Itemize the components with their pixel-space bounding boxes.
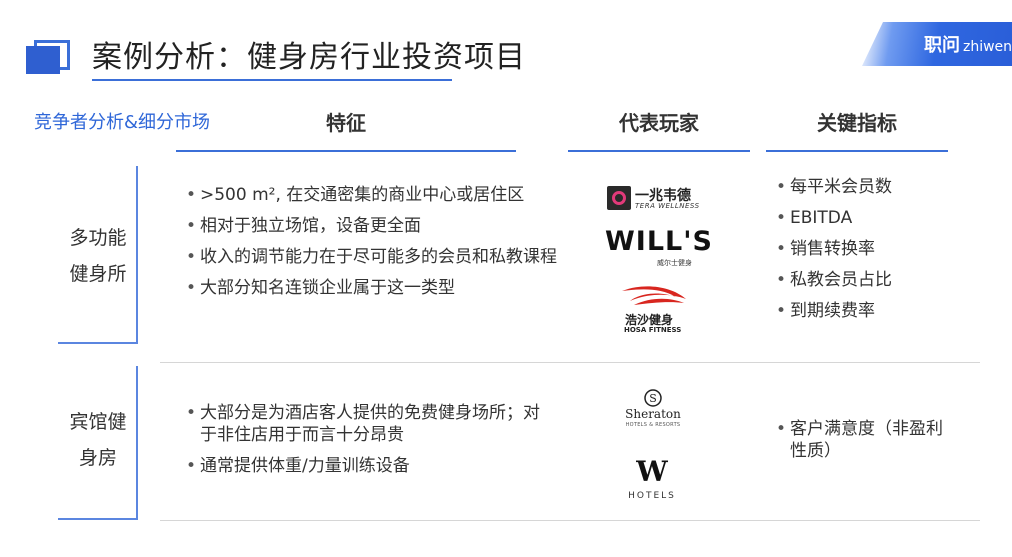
column-header-kpis: 关键指标 xyxy=(817,111,897,135)
column-header-features: 特征 xyxy=(326,111,366,135)
kpi-item: 私教会员占比 xyxy=(776,269,966,291)
column-rule-features xyxy=(176,150,516,152)
tera-en: TERA WELLNESS xyxy=(635,202,700,210)
row-label-line: 多功能 xyxy=(69,227,127,249)
w-mark: W xyxy=(636,455,668,488)
wills-cn: 威尔士健身 xyxy=(657,259,692,267)
sheraton-sub: HOTELS & RESORTS xyxy=(625,422,681,428)
row-label-hotel: 宾馆健 身房 xyxy=(58,404,138,476)
row-divider xyxy=(160,362,980,363)
kpi-list-multifunction: 每平米会员数 EBITDA 销售转换率 私教会员占比 到期续费率 xyxy=(776,176,966,331)
tera-wellness-logo: 一兆韦德 TERA WELLNESS xyxy=(607,186,699,212)
w-hotels-en: HOTELS xyxy=(628,491,676,501)
kpi-item: EBITDA xyxy=(776,207,966,229)
kpi-item: 销售转换率 xyxy=(776,238,966,260)
title-underline xyxy=(92,79,452,81)
brand-badge: 职问 zhiwen xyxy=(862,22,1012,66)
sheraton-crest-icon: S xyxy=(644,389,662,407)
brand-logo: 职问 zhiwen xyxy=(924,31,1012,57)
hosa-fitness-logo: 浩沙健身 HOSA FITNESS xyxy=(620,283,690,335)
kpi-item: 每平米会员数 xyxy=(776,176,966,198)
feature-item: >500 m², 在交通密集的商业中心或居住区 xyxy=(186,184,558,206)
brand-cn: 职问 xyxy=(924,35,960,56)
sheraton-logo: S Sheraton HOTELS & RESORTS xyxy=(618,388,688,432)
features-list-hotel: 大部分是为酒店客人提供的免费健身场所；对于非住店用于而言十分昂贵 通常提供体重/… xyxy=(186,402,546,486)
column-header-players: 代表玩家 xyxy=(619,111,699,135)
page-title: 案例分析：健身房行业投资项目 xyxy=(92,40,526,75)
features-list-multifunction: >500 m², 在交通密集的商业中心或居住区 相对于独立场馆，设备更全面 收入… xyxy=(186,184,558,308)
kpi-item: 到期续费率 xyxy=(776,300,966,322)
sheraton-en: Sheraton xyxy=(625,407,681,421)
feature-item: 收入的调节能力在于尽可能多的会员和私教课程 xyxy=(186,246,558,268)
column-rule-kpis xyxy=(766,150,948,152)
feature-item: 通常提供体重/力量训练设备 xyxy=(186,455,546,477)
kpi-list-hotel: 客户满意度（非盈利性质） xyxy=(776,418,956,471)
feature-item: 大部分是为酒店客人提供的免费健身场所；对于非住店用于而言十分昂贵 xyxy=(186,402,546,446)
section-logo-icon xyxy=(26,40,74,74)
row-label-multifunction: 多功能 健身所 xyxy=(58,220,138,292)
kpi-item: 客户满意度（非盈利性质） xyxy=(776,418,956,462)
w-hotels-logo: W HOTELS xyxy=(622,455,682,505)
row-divider xyxy=(160,520,980,521)
column-rule-players xyxy=(568,150,750,152)
hosa-swoosh-icon xyxy=(622,286,686,305)
feature-item: 大部分知名连锁企业属于这一类型 xyxy=(186,277,558,299)
hosa-en: HOSA FITNESS xyxy=(624,326,682,334)
feature-item: 相对于独立场馆，设备更全面 xyxy=(186,215,558,237)
row-label-line: 宾馆健 xyxy=(69,411,127,433)
svg-text:S: S xyxy=(649,392,657,405)
row-label-line: 身房 xyxy=(78,447,117,469)
row-label-line: 健身所 xyxy=(69,263,127,285)
wills-logo: WILL'S 威尔士健身 xyxy=(605,226,712,268)
brand-en: zhiwen xyxy=(963,39,1012,55)
wills-en: WILL'S xyxy=(605,226,713,257)
